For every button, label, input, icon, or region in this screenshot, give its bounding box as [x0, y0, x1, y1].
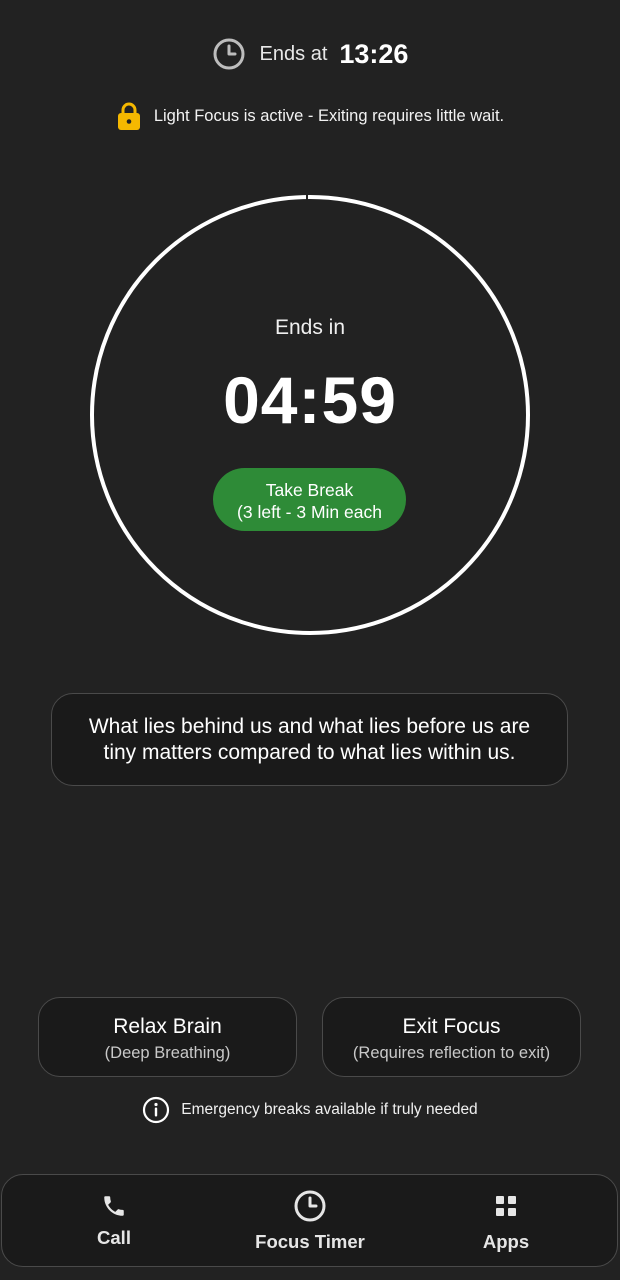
- take-break-detail: (3 left - 3 Min each: [237, 502, 382, 522]
- relax-brain-subtitle: (Deep Breathing): [104, 1044, 231, 1062]
- emergency-text: Emergency breaks available if truly need…: [181, 1101, 478, 1118]
- countdown-display: 04:59: [223, 363, 397, 437]
- take-break-label: Take Break: [265, 480, 354, 500]
- take-break-button[interactable]: Take Break (3 left - 3 Min each: [213, 468, 406, 531]
- quote-card: What lies behind us and what lies before…: [51, 693, 568, 786]
- ends-at-row: Ends at 13:26: [0, 34, 620, 74]
- relax-brain-button[interactable]: Relax Brain (Deep Breathing): [38, 997, 297, 1077]
- clock-icon: [213, 38, 245, 70]
- nav-focus-timer[interactable]: Focus Timer: [240, 1175, 380, 1265]
- exit-focus-button[interactable]: Exit Focus (Requires reflection to exit): [322, 997, 581, 1077]
- focus-screen: Ends at 13:26 Light Focus is active - Ex…: [0, 0, 620, 1280]
- ends-at-time: 13:26: [339, 38, 409, 69]
- timer-ring: Ends in 04:59 Take Break (3 left - 3 Min…: [89, 194, 531, 636]
- nav-apps[interactable]: Apps: [446, 1175, 566, 1265]
- focus-mode-notice: Light Focus is active - Exiting requires…: [0, 100, 620, 132]
- lock-icon: [117, 102, 140, 130]
- phone-icon: [104, 1196, 124, 1216]
- grid-icon: [496, 1196, 516, 1216]
- timer-icon: [294, 1190, 326, 1222]
- ends-at-label: Ends at: [259, 42, 328, 65]
- bottom-navigation: Call Focus Timer Apps: [1, 1174, 618, 1267]
- nav-call[interactable]: Call: [54, 1175, 174, 1265]
- ends-in-label: Ends in: [274, 316, 346, 339]
- emergency-note: Emergency breaks available if truly need…: [0, 1095, 620, 1125]
- nav-focus-timer-label: Focus Timer: [255, 1231, 365, 1252]
- quote-text: What lies behind us and what lies before…: [88, 714, 531, 764]
- info-icon: [143, 1096, 170, 1124]
- nav-apps-label: Apps: [482, 1231, 530, 1252]
- exit-focus-subtitle: (Requires reflection to exit): [352, 1044, 551, 1062]
- relax-brain-title: Relax Brain: [113, 1015, 222, 1038]
- focus-notice-text: Light Focus is active - Exiting requires…: [153, 106, 505, 125]
- exit-focus-title: Exit Focus: [402, 1015, 501, 1038]
- nav-call-label: Call: [97, 1227, 131, 1248]
